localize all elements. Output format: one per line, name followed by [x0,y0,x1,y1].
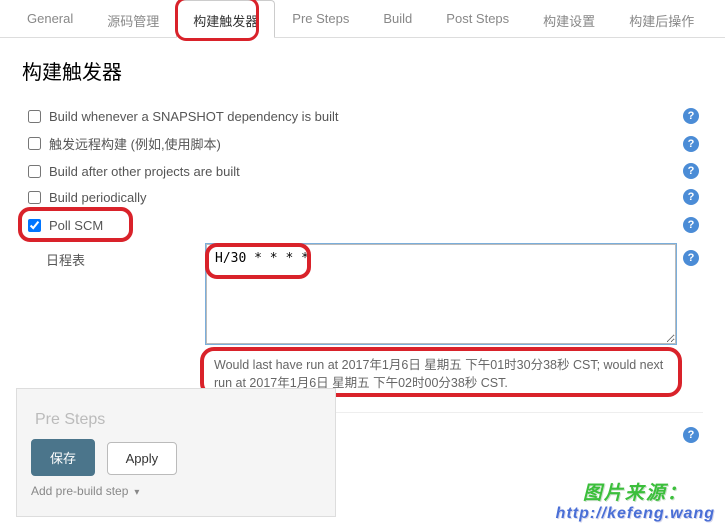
trigger-snapshot-row: Build whenever a SNAPSHOT dependency is … [22,103,703,129]
watermark: 图片来源： http://kefeng.wang [556,478,715,523]
trigger-remote-row: 触发远程构建 (例如,使用脚本) ? [22,129,703,158]
help-icon[interactable]: ? [683,163,699,179]
help-icon[interactable]: ? [683,108,699,124]
trigger-pollscm-checkbox[interactable] [28,219,41,232]
apply-button[interactable]: Apply [107,442,178,475]
help-icon[interactable]: ? [683,136,699,152]
trigger-periodic-row: Build periodically ? [22,184,703,210]
trigger-periodic-checkbox[interactable] [28,191,41,204]
save-button[interactable]: 保存 [31,439,95,476]
pre-steps-header: Pre Steps [31,399,321,433]
help-icon[interactable]: ? [683,217,699,233]
trigger-remote-checkbox[interactable] [28,137,41,150]
chevron-down-icon [132,484,139,498]
trigger-periodic-label: Build periodically [49,190,683,205]
trigger-snapshot-checkbox[interactable] [28,110,41,123]
schedule-label: 日程表 [46,244,206,269]
trigger-after-label: Build after other projects are built [49,164,683,179]
tab-build-settings[interactable]: 构建设置 [526,0,612,37]
tab-general[interactable]: General [10,0,90,37]
trigger-remote-label: 触发远程构建 (例如,使用脚本) [49,134,683,153]
tab-post-build[interactable]: 构建后操作 [612,0,711,37]
help-icon[interactable]: ? [683,250,699,266]
add-pre-build-step-dropdown[interactable]: Add pre-build step [31,484,321,498]
trigger-snapshot-label: Build whenever a SNAPSHOT dependency is … [49,109,683,124]
tabs-bar: General 源码管理 构建触发器 Pre Steps Build Post … [0,0,725,38]
tab-post-steps[interactable]: Post Steps [429,0,526,37]
trigger-pollscm-label: Poll SCM [49,218,683,233]
trigger-after-checkbox[interactable] [28,165,41,178]
trigger-after-row: Build after other projects are built ? [22,158,703,184]
tab-build[interactable]: Build [366,0,429,37]
help-icon[interactable]: ? [683,189,699,205]
add-pre-build-step-label: Add pre-build step [31,484,128,498]
tab-pre-steps[interactable]: Pre Steps [275,0,366,37]
tab-build-triggers[interactable]: 构建触发器 [176,0,275,38]
watermark-line1: 图片来源： [556,478,715,505]
schedule-textarea[interactable] [206,244,676,344]
help-icon[interactable]: ? [683,427,699,443]
bottom-bar: Pre Steps 保存 Apply Add pre-build step [16,388,336,517]
trigger-pollscm-row: Poll SCM ? [22,212,703,238]
tab-scm[interactable]: 源码管理 [90,0,176,37]
watermark-line2: http://kefeng.wang [556,505,715,523]
section-title: 构建触发器 [22,56,703,85]
schedule-row: 日程表 Would last have run at 2017年1月6日 星期五… [22,238,703,404]
